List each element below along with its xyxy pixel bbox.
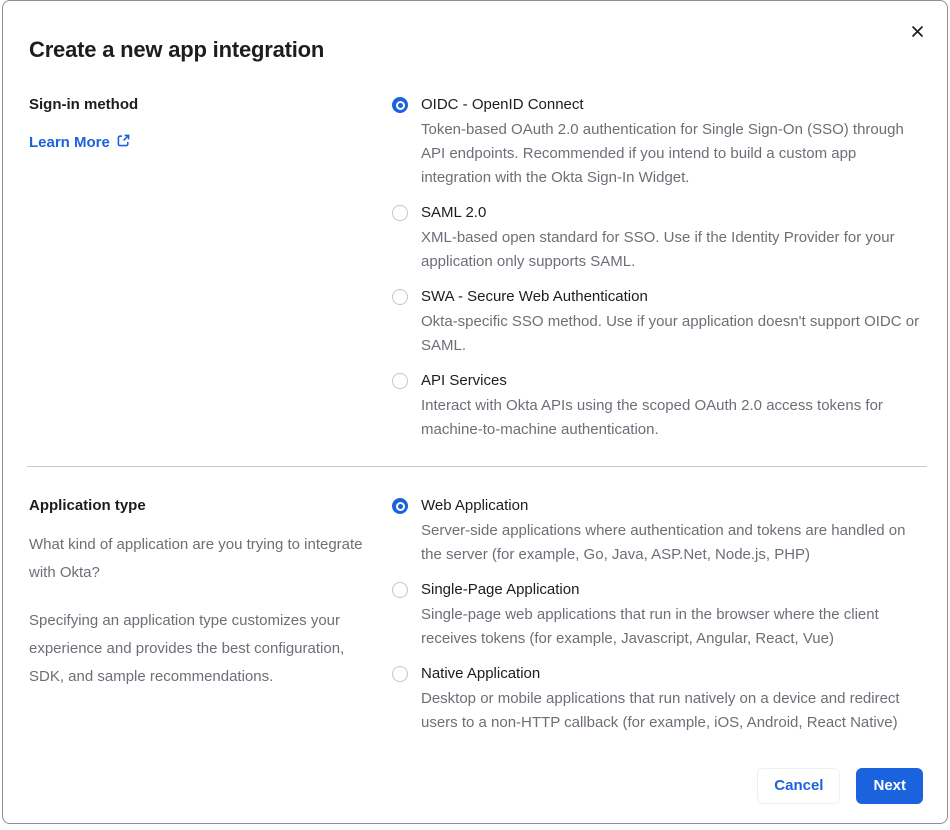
signin-option-description: Token-based OAuth 2.0 authentication for… <box>421 121 904 186</box>
signin-method-heading: Sign-in method <box>29 96 139 113</box>
signin-option-description: Okta-specific SSO method. Use if your ap… <box>421 313 920 354</box>
signin-option-description: Interact with Okta APIs using the scoped… <box>421 397 883 438</box>
signin-option-swa[interactable]: SWA - Secure Web Authentication Okta-spe… <box>392 286 929 358</box>
signin-option-description: XML-based open standard for SSO. Use if … <box>421 229 895 270</box>
apptype-option-label[interactable]: Web Application <box>421 495 929 517</box>
radio-swa[interactable] <box>392 289 408 305</box>
close-button[interactable] <box>907 23 927 43</box>
radio-native-application[interactable] <box>392 666 408 682</box>
radio-single-page-application[interactable] <box>392 582 408 598</box>
apptype-option-description: Server-side applications where authentic… <box>421 522 906 563</box>
apptype-option-web[interactable]: Web Application Server-side applications… <box>392 495 929 567</box>
signin-option-label[interactable]: SAML 2.0 <box>421 202 929 224</box>
radio-saml[interactable] <box>392 205 408 221</box>
apptype-option-label[interactable]: Native Application <box>421 663 929 685</box>
close-icon <box>910 24 925 42</box>
signin-option-label[interactable]: OIDC - OpenID Connect <box>421 94 929 116</box>
apptype-option-description: Desktop or mobile applications that run … <box>421 690 900 731</box>
radio-oidc[interactable] <box>392 97 408 113</box>
apptype-option-label[interactable]: Single-Page Application <box>421 579 929 601</box>
application-type-question: What kind of application are you trying … <box>29 536 363 581</box>
signin-method-section: Sign-in method Learn More OIDC - OpenID … <box>3 94 947 442</box>
apptype-option-native[interactable]: Native Application Desktop or mobile app… <box>392 663 929 735</box>
apptype-option-spa[interactable]: Single-Page Application Single-page web … <box>392 579 929 651</box>
signin-option-label[interactable]: API Services <box>421 370 929 392</box>
signin-option-saml[interactable]: SAML 2.0 XML-based open standard for SSO… <box>392 202 929 274</box>
signin-option-api-services[interactable]: API Services Interact with Okta APIs usi… <box>392 370 929 442</box>
external-link-icon <box>116 133 131 152</box>
application-type-note: Specifying an application type customize… <box>29 612 345 685</box>
apptype-option-description: Single-page web applications that run in… <box>421 606 879 647</box>
learn-more-link[interactable]: Learn More <box>29 133 131 152</box>
next-button[interactable]: Next <box>856 768 923 804</box>
cancel-button[interactable]: Cancel <box>757 768 841 804</box>
signin-option-oidc[interactable]: OIDC - OpenID Connect Token-based OAuth … <box>392 94 929 190</box>
dialog-footer: Cancel Next <box>757 768 923 804</box>
radio-api-services[interactable] <box>392 373 408 389</box>
create-app-integration-dialog: Create a new app integration Sign-in met… <box>2 0 948 824</box>
radio-web-application[interactable] <box>392 498 408 514</box>
section-divider <box>27 466 927 467</box>
application-type-section: Application type What kind of applicatio… <box>3 495 947 735</box>
application-type-heading: Application type <box>29 497 146 514</box>
dialog-title: Create a new app integration <box>29 37 325 62</box>
learn-more-label: Learn More <box>29 134 110 151</box>
signin-option-label[interactable]: SWA - Secure Web Authentication <box>421 286 929 308</box>
